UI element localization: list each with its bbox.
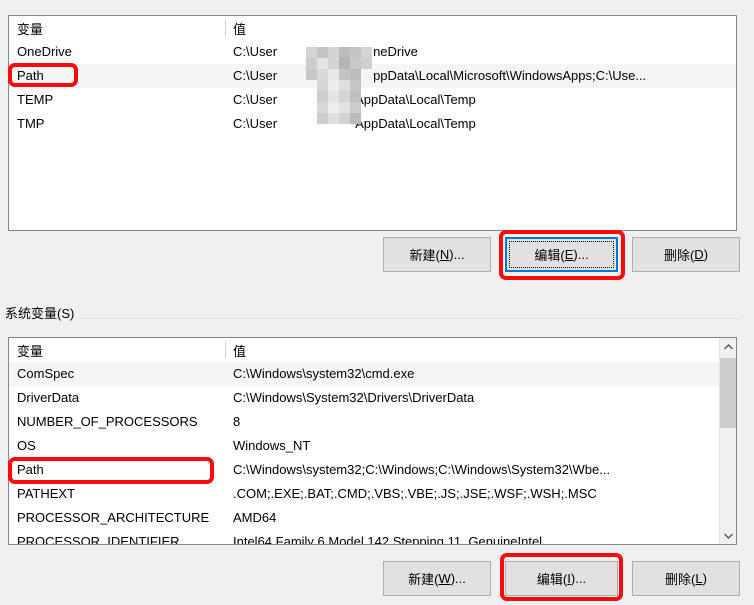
delete-system-label-key: L xyxy=(695,571,703,586)
table-row[interactable]: PATHEXT .COM;.EXE;.BAT;.CMD;.VBS;.VBE;.JS… xyxy=(9,482,736,506)
system-variable-value: Windows_NT xyxy=(233,438,311,453)
delete-system-variable-button[interactable]: 删除(L) xyxy=(632,561,740,596)
scrollbar-thumb[interactable] xyxy=(720,358,736,428)
user-variable-name: OneDrive xyxy=(17,44,72,59)
user-variable-value: C:\User ppData\Local\Microsoft\WindowsApp… xyxy=(225,64,736,88)
system-list-body: ComSpec C:\Windows\system32\cmd.exe Driver… xyxy=(9,362,736,545)
user-variable-name: TEMP xyxy=(17,92,54,107)
table-row[interactable]: TMP C:\User AppData\Local\Temp xyxy=(9,112,736,136)
system-variables-list[interactable]: 变量 值 ComSpec C:\Windows\system32\cmd.exe D… xyxy=(8,337,737,545)
user-variables-list[interactable]: 变量 值 OneDrive C:\User neDrive Path C:\User pp… xyxy=(8,15,737,231)
edit-user-variable-button[interactable]: 编辑(E)... xyxy=(505,237,618,272)
system-group-label-key: S xyxy=(61,306,71,321)
delete-user-label-post: ) xyxy=(703,247,709,262)
system-variable-value: Intel64 Family 6 Model 142 Stepping 11, … xyxy=(233,534,543,545)
system-variable-name: DriverData xyxy=(17,390,80,405)
system-group-label-pre: 系统变量( xyxy=(5,306,62,321)
new-system-label-pre: 新建( xyxy=(408,572,439,587)
edit-system-label-pre: 编辑( xyxy=(536,572,568,587)
system-variable-name: PATHEXT xyxy=(17,486,76,501)
table-row[interactable]: PROCESSOR_ARCHITECTURE AMD64 xyxy=(9,506,736,530)
system-variable-name: NUMBER_OF_PROCESSORS xyxy=(17,414,198,429)
system-variable-value: C:\Windows\system32\cmd.exe xyxy=(233,366,415,381)
system-variable-value: .COM;.EXE;.BAT;.CMD;.VBS;.VBE;.JS;.JSE;.… xyxy=(233,486,597,501)
user-value-prefix: C:\User xyxy=(233,92,278,107)
scroll-up-arrow-icon[interactable] xyxy=(720,338,736,355)
edit-system-variable-button[interactable]: 编辑(I)... xyxy=(505,561,618,596)
table-row[interactable]: Path C:\User ppData\Local\Microsoft\Window… xyxy=(9,64,736,88)
user-col-header-value[interactable]: 值 xyxy=(225,16,736,39)
system-variables-group-label: 系统变量(S) xyxy=(5,303,81,322)
table-row[interactable]: TEMP C:\User AppData\Local\Temp xyxy=(9,88,736,112)
user-variable-value: C:\User neDrive xyxy=(225,40,736,64)
table-row[interactable]: OS Windows_NT xyxy=(9,434,736,458)
user-variable-name: Path xyxy=(17,68,44,83)
new-user-label-pre: 新建( xyxy=(409,248,440,263)
system-group-divider xyxy=(5,318,740,319)
new-user-variable-button[interactable]: 新建(N)... xyxy=(383,237,491,272)
system-variable-name: ComSpec xyxy=(17,366,75,381)
table-row[interactable]: DriverData C:\Windows\System32\Drivers\Dr… xyxy=(9,386,736,410)
system-variable-name: PROCESSOR_ARCHITECTURE xyxy=(17,510,210,525)
table-row[interactable]: NUMBER_OF_PROCESSORS 8 xyxy=(9,410,736,434)
user-header-separator[interactable] xyxy=(225,19,226,36)
user-value-suffix: ppData\Local\Microsoft\WindowsApps;C:\Us… xyxy=(373,68,647,83)
edit-user-label-post: )... xyxy=(573,247,589,262)
edit-user-label-key: E xyxy=(564,247,574,262)
system-list-header: 变量 值 xyxy=(9,338,736,362)
delete-user-label-key: D xyxy=(694,247,704,262)
system-col-header-value[interactable]: 值 xyxy=(225,338,736,361)
user-variable-value: C:\User AppData\Local\Temp xyxy=(225,88,736,112)
table-row[interactable]: PROCESSOR_IDENTIFIER Intel64 Family 6 Mod… xyxy=(9,530,736,545)
system-variable-name: PROCESSOR_IDENTIFIER xyxy=(17,534,180,545)
edit-system-label-post: )... xyxy=(570,571,587,586)
new-system-label-post: )... xyxy=(450,571,466,586)
user-value-prefix: C:\User xyxy=(233,68,278,83)
system-group-label-post: ) xyxy=(70,306,75,321)
table-row[interactable]: Path C:\Windows\system32;C:\Windows;C:\Wi… xyxy=(9,458,736,482)
new-system-label-key: W xyxy=(438,571,451,586)
new-user-label-key: N xyxy=(439,247,450,262)
delete-user-label-pre: 删除( xyxy=(663,248,695,263)
system-variable-value: AMD64 xyxy=(233,510,277,525)
user-value-suffix: AppData\Local\Temp xyxy=(355,116,476,131)
user-value-prefix: C:\User xyxy=(233,116,278,131)
delete-system-label-post: ) xyxy=(702,571,707,586)
new-system-variable-button[interactable]: 新建(W)... xyxy=(383,561,491,596)
user-value-suffix: AppData\Local\Temp xyxy=(355,92,476,107)
system-col-header-variable[interactable]: 变量 xyxy=(9,338,225,361)
system-list-scrollbar[interactable] xyxy=(719,338,736,544)
user-value-prefix: C:\User xyxy=(233,44,278,59)
system-variable-value: C:\Windows\System32\Drivers\DriverData xyxy=(233,390,475,405)
new-user-label-post: )... xyxy=(449,247,465,262)
scroll-down-arrow-icon[interactable] xyxy=(720,527,736,544)
system-variable-name: OS xyxy=(17,438,36,453)
user-list-body: OneDrive C:\User neDrive Path C:\User ppData\… xyxy=(9,40,736,136)
delete-system-label-pre: 删除( xyxy=(665,572,696,587)
system-header-separator[interactable] xyxy=(225,341,226,358)
user-variable-name: TMP xyxy=(17,116,45,131)
user-list-header: 变量 值 xyxy=(9,16,736,40)
table-row[interactable]: OneDrive C:\User neDrive xyxy=(9,40,736,64)
system-variable-name: Path xyxy=(17,462,44,477)
system-variable-value: C:\Windows\system32;C:\Windows;C:\Window… xyxy=(233,462,611,477)
delete-user-variable-button[interactable]: 删除(D) xyxy=(632,237,740,272)
user-col-header-variable[interactable]: 变量 xyxy=(9,16,225,39)
table-row[interactable]: ComSpec C:\Windows\system32\cmd.exe xyxy=(9,362,736,386)
edit-user-label-pre: 编辑( xyxy=(534,248,565,263)
system-variable-value: 8 xyxy=(233,414,241,429)
user-value-suffix: neDrive xyxy=(373,44,418,59)
user-variable-value: C:\User AppData\Local\Temp xyxy=(225,112,736,136)
